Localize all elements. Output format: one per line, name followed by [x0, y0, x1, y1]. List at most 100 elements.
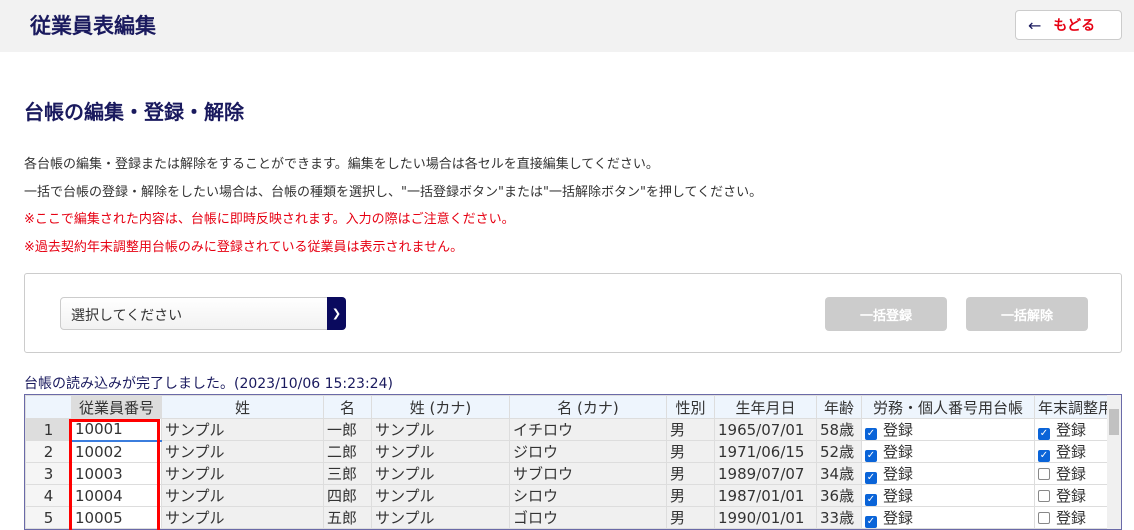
first-name-kana-cell[interactable]: シロウ: [509, 484, 667, 507]
age-cell[interactable]: 34歳: [816, 462, 862, 485]
register-checkbox[interactable]: ✓: [865, 494, 877, 506]
register-label: 登録: [1056, 487, 1087, 505]
highlight-box: [69, 419, 160, 530]
register-checkbox[interactable]: ✓: [865, 428, 877, 440]
register-checkbox[interactable]: ✓: [865, 450, 877, 462]
scrollbar-thumb[interactable]: [1109, 409, 1119, 435]
warning-1: ※ここで編集された内容は、台帳に即時反映されます。入力の際はご注意ください。: [24, 212, 515, 227]
nenmatsu-ledger-cell: 登録: [1033, 484, 1118, 507]
column-header[interactable]: 姓 (カナ): [371, 395, 510, 419]
sex-cell[interactable]: 男: [666, 462, 715, 485]
birthdate-cell[interactable]: 1971/06/15: [714, 440, 817, 463]
nenmatsu-ledger-cell: ✓ 登録: [1033, 418, 1118, 441]
register-checkbox[interactable]: ✓: [865, 516, 877, 528]
first-name-cell[interactable]: 二郎: [323, 440, 372, 463]
age-cell[interactable]: 36歳: [816, 484, 862, 507]
last-name-kana-cell[interactable]: サンプル: [371, 506, 510, 529]
nenmatsu-ledger-cell: 登録: [1033, 506, 1118, 529]
last-name-kana-cell[interactable]: サンプル: [371, 462, 510, 485]
nenmatsu-ledger-cell: 登録: [1033, 462, 1118, 485]
sex-cell[interactable]: 男: [666, 484, 715, 507]
arrow-left-icon: ←: [1028, 15, 1042, 35]
back-button[interactable]: ← もどる: [1015, 10, 1122, 40]
description-1: 各台帳の編集・登録または解除をすることができます。編集をしたい場合は各セルを直接…: [24, 157, 659, 172]
birthdate-cell[interactable]: 1989/07/07: [714, 462, 817, 485]
last-name-kana-cell[interactable]: サンプル: [371, 440, 510, 463]
romu-ledger-cell: ✓ 登録: [861, 462, 1035, 485]
sex-cell[interactable]: 男: [666, 440, 715, 463]
row-number[interactable]: 2: [25, 440, 72, 463]
register-label: 登録: [883, 421, 914, 439]
age-cell[interactable]: 33歳: [816, 506, 862, 529]
romu-ledger-cell: ✓ 登録: [861, 484, 1035, 507]
register-label: 登録: [883, 443, 914, 461]
row-number[interactable]: 5: [25, 506, 72, 529]
register-checkbox[interactable]: [1038, 512, 1050, 524]
birthdate-cell[interactable]: 1965/07/01: [714, 418, 817, 441]
ledger-type-select[interactable]: 選択してください ❯: [60, 297, 346, 330]
last-name-cell[interactable]: サンプル: [161, 462, 324, 485]
last-name-cell[interactable]: サンプル: [161, 440, 324, 463]
first-name-cell[interactable]: 一郎: [323, 418, 372, 441]
column-header[interactable]: 従業員番号: [71, 395, 162, 419]
register-label: 登録: [1056, 421, 1087, 439]
bulk-release-button[interactable]: 一括解除: [966, 297, 1088, 331]
sex-cell[interactable]: 男: [666, 506, 715, 529]
column-header[interactable]: 年齢: [816, 395, 862, 419]
last-name-kana-cell[interactable]: サンプル: [371, 484, 510, 507]
table-row: 2 10002 サンプル 二郎 サンプル ジロウ男 1971/06/15 52歳 ✓ 登録 ✓ 登録: [25, 440, 1118, 463]
birthdate-cell[interactable]: 1990/01/01: [714, 506, 817, 529]
table-row: 5 10005 サンプル 五郎 サンプル ゴロウ男 1990/01/01 33歳 ✓ 登録 登録: [25, 506, 1118, 529]
bulk-register-button[interactable]: 一括登録: [825, 297, 947, 331]
first-name-kana-cell[interactable]: サブロウ: [509, 462, 667, 485]
sex-cell[interactable]: 男: [666, 418, 715, 441]
last-name-cell[interactable]: サンプル: [161, 506, 324, 529]
description-2: 一括で台帳の登録・解除をしたい場合は、台帳の種類を選択し、"一括登録ボタン"また…: [24, 185, 763, 200]
select-value: 選択してください: [71, 308, 183, 324]
first-name-kana-cell[interactable]: ジロウ: [509, 440, 667, 463]
row-number[interactable]: 3: [25, 462, 72, 485]
column-header[interactable]: 性別: [666, 395, 715, 419]
column-header[interactable]: 生年月日: [714, 395, 817, 419]
last-name-cell[interactable]: サンプル: [161, 418, 324, 441]
register-checkbox[interactable]: ✓: [865, 472, 877, 484]
warning-2: ※過去契約年末調整用台帳のみに登録されている従業員は表示されません。: [24, 240, 464, 255]
chevron-down-icon: ❯: [327, 297, 346, 330]
register-checkbox[interactable]: ✓: [1038, 428, 1050, 440]
column-header[interactable]: 姓: [161, 395, 324, 419]
birthdate-cell[interactable]: 1987/01/01: [714, 484, 817, 507]
register-checkbox[interactable]: [1038, 468, 1050, 480]
first-name-cell[interactable]: 四郎: [323, 484, 372, 507]
romu-ledger-cell: ✓ 登録: [861, 418, 1035, 441]
row-number[interactable]: 1: [25, 418, 72, 441]
first-name-kana-cell[interactable]: ゴロウ: [509, 506, 667, 529]
register-label: 登録: [883, 465, 914, 483]
register-checkbox[interactable]: ✓: [1038, 450, 1050, 462]
last-name-cell[interactable]: サンプル: [161, 484, 324, 507]
employee-grid: 従業員番号姓名姓 (カナ) 名 (カナ) 性別 生年月日 年齢 労務・個人番号用台帳 年末調…: [24, 394, 1122, 530]
first-name-kana-cell[interactable]: イチロウ: [509, 418, 667, 441]
nenmatsu-ledger-cell: ✓ 登録: [1033, 440, 1118, 463]
age-cell[interactable]: 58歳: [816, 418, 862, 441]
column-header[interactable]: [25, 395, 72, 419]
last-name-kana-cell[interactable]: サンプル: [371, 418, 510, 441]
page-title: 従業員表編集: [30, 14, 156, 38]
vertical-scrollbar[interactable]: [1107, 395, 1121, 529]
column-header[interactable]: 年末調整用: [1033, 395, 1118, 419]
register-label: 登録: [1056, 465, 1087, 483]
column-header[interactable]: 労務・個人番号用台帳: [861, 395, 1035, 419]
first-name-cell[interactable]: 五郎: [323, 506, 372, 529]
column-header[interactable]: 名 (カナ): [509, 395, 667, 419]
register-checkbox[interactable]: [1038, 490, 1050, 502]
bulk-panel: 選択してください ❯ 一括登録 一括解除: [24, 273, 1122, 353]
table-row: 3 10003 サンプル 三郎 サンプル サブロウ男 1989/07/07 34歳 ✓ 登録 登録: [25, 462, 1118, 485]
top-bar: 従業員表編集 ← もどる: [0, 0, 1134, 52]
first-name-cell[interactable]: 三郎: [323, 462, 372, 485]
romu-ledger-cell: ✓ 登録: [861, 506, 1035, 529]
register-label: 登録: [1056, 509, 1087, 527]
row-number[interactable]: 4: [25, 484, 72, 507]
register-label: 登録: [1056, 443, 1087, 461]
column-header[interactable]: 名: [323, 395, 372, 419]
age-cell[interactable]: 52歳: [816, 440, 862, 463]
romu-ledger-cell: ✓ 登録: [861, 440, 1035, 463]
